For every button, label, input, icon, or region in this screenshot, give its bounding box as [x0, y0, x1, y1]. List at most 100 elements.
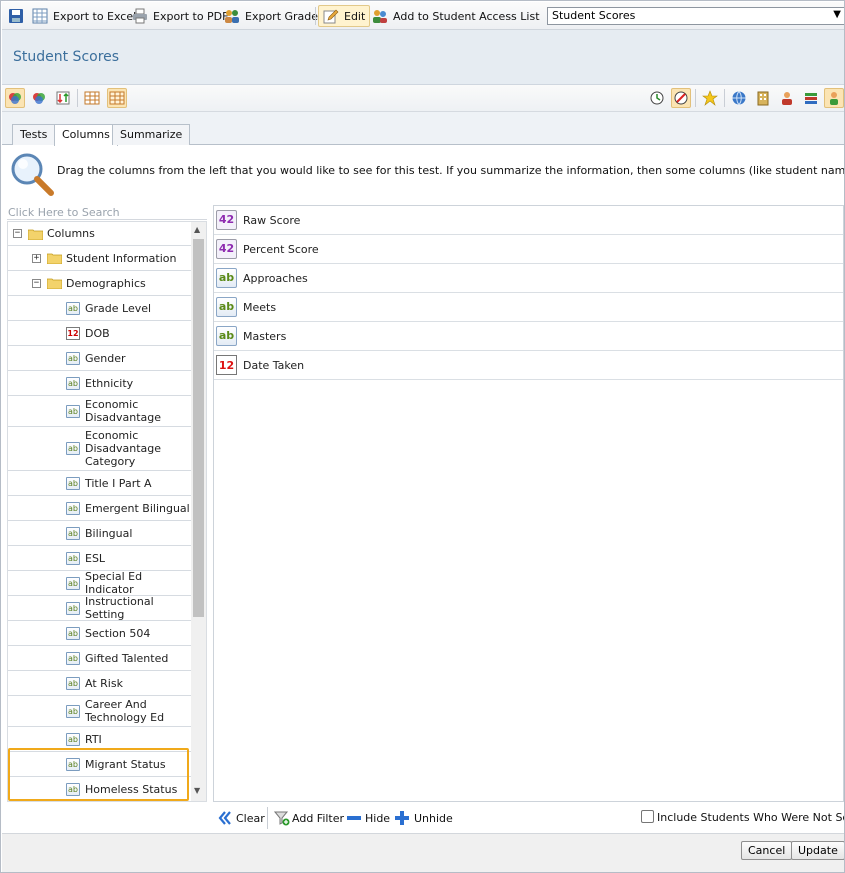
- footer-bar: [2, 833, 844, 872]
- folder-icon: [28, 229, 43, 240]
- tree-field[interactable]: ab Bilingual: [8, 521, 192, 546]
- tree-root-label: Columns: [47, 227, 95, 240]
- column-label: Masters: [243, 329, 287, 343]
- folder-icon: [47, 253, 62, 264]
- actions-divider: [267, 807, 268, 829]
- plus-icon: [395, 811, 409, 825]
- save-button[interactable]: [8, 5, 29, 27]
- column-tree: − Columns + Student Information − Demogr…: [7, 221, 207, 802]
- tree-field[interactable]: 12 DOB: [8, 321, 192, 346]
- column-label: Percent Score: [243, 242, 319, 256]
- chart-button[interactable]: [647, 88, 667, 108]
- column-label: Date Taken: [243, 358, 305, 372]
- tree-folder-label: Student Information: [66, 251, 177, 265]
- add-filter-button[interactable]: Add Filter: [274, 809, 344, 827]
- tree-field[interactable]: ab RTI: [8, 727, 192, 752]
- hide-button[interactable]: Hide: [347, 809, 390, 827]
- tree-field[interactable]: ab At Risk: [8, 671, 192, 696]
- export-pdf-button[interactable]: Export to PDF: [132, 5, 228, 27]
- tree-field[interactable]: ab Economic Disadvantage Category: [8, 427, 192, 471]
- class-button[interactable]: [801, 88, 821, 108]
- tree-folder-student-information[interactable]: + Student Information: [8, 246, 192, 271]
- text-icon: ab: [216, 326, 237, 346]
- update-button[interactable]: Update: [791, 841, 844, 860]
- teacher-button[interactable]: [777, 88, 797, 108]
- unhide-button[interactable]: Unhide: [395, 809, 453, 827]
- export-grades-button[interactable]: Export Grades: [224, 5, 324, 27]
- no-time-button[interactable]: [671, 88, 691, 108]
- tree-search-input[interactable]: Click Here to Search: [7, 206, 207, 220]
- edit-button[interactable]: Edit: [318, 5, 371, 27]
- column-row-approaches[interactable]: ab Approaches: [214, 264, 843, 293]
- student-button[interactable]: [824, 88, 844, 108]
- tree-field[interactable]: ab Section 504: [8, 621, 192, 646]
- text-field-icon: ab: [66, 757, 80, 771]
- tab-tests[interactable]: Tests: [12, 124, 56, 145]
- export-pdf-label: Export to PDF: [153, 9, 229, 23]
- tree-field[interactable]: ab Emergent Bilingual: [8, 496, 192, 521]
- tree-field[interactable]: ab ESL: [8, 546, 192, 571]
- column-row-raw-score[interactable]: 42 Raw Score: [214, 206, 843, 235]
- collapse-icon[interactable]: −: [32, 278, 41, 288]
- toolbar-divider: [77, 89, 78, 107]
- expand-icon[interactable]: +: [32, 253, 41, 263]
- clock-cancel-icon: [674, 91, 688, 105]
- edit-label: Edit: [344, 9, 366, 23]
- cancel-button[interactable]: Cancel: [741, 841, 793, 860]
- export-excel-button[interactable]: Export to Excel: [32, 5, 136, 27]
- books-icon: [805, 93, 817, 104]
- report-select[interactable]: Student Scores ▼: [547, 7, 844, 25]
- colors-button[interactable]: [5, 88, 25, 108]
- favorite-button[interactable]: [700, 88, 720, 108]
- add-access-list-button[interactable]: Add to Student Access List: [372, 5, 540, 27]
- tab-columns[interactable]: Columns: [54, 124, 118, 146]
- tree-field[interactable]: ab Ethnicity: [8, 371, 192, 396]
- folder-icon: [47, 278, 62, 289]
- text-field-icon: ab: [66, 404, 80, 418]
- collapse-icon[interactable]: −: [13, 229, 22, 238]
- unhide-label: Unhide: [414, 811, 453, 825]
- colors-alt-button[interactable]: [29, 88, 49, 108]
- table-icon: [109, 91, 125, 105]
- clock-icon: [650, 91, 664, 105]
- add-access-list-label: Add to Student Access List: [393, 9, 540, 23]
- column-row-meets[interactable]: ab Meets: [214, 293, 843, 322]
- globe-button[interactable]: [729, 88, 749, 108]
- tree-field[interactable]: ab Homeless Status: [8, 777, 192, 801]
- grid-detail-button[interactable]: [107, 88, 127, 108]
- clear-button[interactable]: Clear: [218, 809, 265, 827]
- text-field-icon: ab: [66, 704, 80, 718]
- text-field-icon: ab: [66, 732, 80, 746]
- text-field-icon: ab: [66, 601, 80, 615]
- column-row-masters[interactable]: ab Masters: [214, 322, 843, 351]
- tab-bar: Tests Columns Summarize: [2, 112, 844, 146]
- building-button[interactable]: [753, 88, 773, 108]
- column-row-date-taken[interactable]: 12 Date Taken: [214, 351, 843, 380]
- tree-field[interactable]: ab Migrant Status: [8, 752, 192, 777]
- sort-button[interactable]: [53, 88, 73, 108]
- scrollbar-thumb[interactable]: [193, 239, 204, 617]
- tree-field[interactable]: ab Economic Disadvantage: [8, 396, 192, 427]
- chevron-down-icon: ▼: [833, 9, 841, 20]
- column-row-percent-score[interactable]: 42 Percent Score: [214, 235, 843, 264]
- tree-field[interactable]: ab Career And Technology Ed: [8, 696, 192, 727]
- tree-field[interactable]: ab Grade Level: [8, 296, 192, 321]
- tree-field[interactable]: ab Special Ed Indicator: [8, 570, 192, 596]
- clear-label: Clear: [236, 811, 265, 825]
- include-unscored-checkbox[interactable]: [641, 810, 654, 823]
- tree-root[interactable]: − Columns: [8, 222, 192, 246]
- tree-field[interactable]: ab Gifted Talented: [8, 646, 192, 671]
- filter-add-icon: [274, 811, 290, 826]
- tree-scrollbar[interactable]: ▲ ▼: [191, 222, 206, 801]
- scroll-down-icon[interactable]: ▼: [194, 786, 200, 795]
- tree-field[interactable]: ab Gender: [8, 346, 192, 371]
- user-group-icon: [373, 10, 387, 23]
- tab-summarize[interactable]: Summarize: [112, 124, 191, 145]
- scroll-up-icon[interactable]: ▲: [194, 225, 200, 234]
- save-icon: [9, 9, 23, 23]
- text-field-icon: ab: [66, 626, 80, 640]
- tree-folder-demographics[interactable]: − Demographics: [8, 271, 192, 296]
- tree-field[interactable]: ab Instructional Setting: [8, 595, 192, 621]
- grid-view-button[interactable]: [82, 88, 102, 108]
- tree-field[interactable]: ab Title I Part A: [8, 471, 192, 496]
